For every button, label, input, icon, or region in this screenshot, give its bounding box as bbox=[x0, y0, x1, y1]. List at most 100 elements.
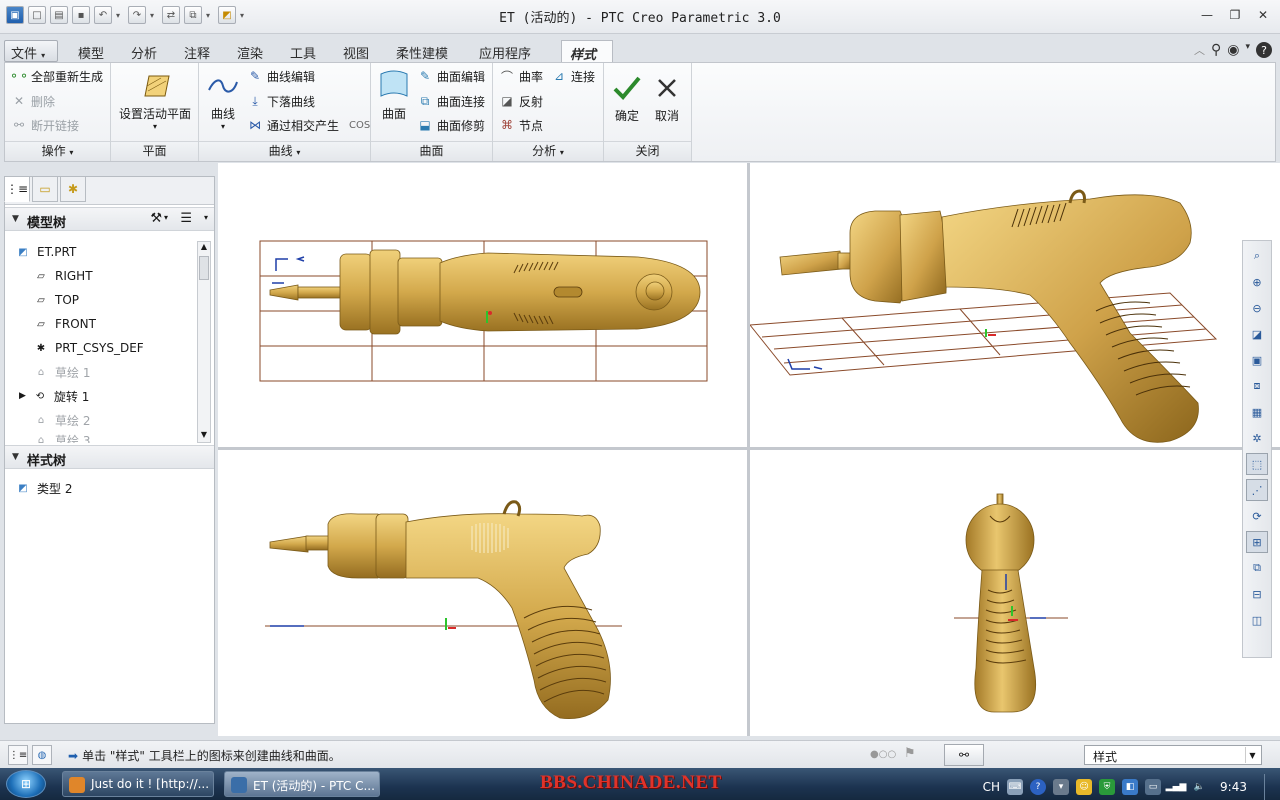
group-curves-label[interactable]: 曲线 ▾ bbox=[199, 141, 370, 161]
help-icon[interactable]: ? bbox=[1030, 779, 1047, 795]
tree-columns-icon[interactable]: ☰ bbox=[180, 211, 192, 226]
start-button[interactable]: ⊞ bbox=[6, 770, 46, 798]
grid-display-icon[interactable]: ⊞ bbox=[1246, 531, 1268, 553]
tree-item-sketch-3[interactable]: ⌂ 草绘 3 bbox=[33, 433, 91, 444]
tab-view[interactable]: 视图 bbox=[335, 40, 377, 62]
curve-edit-button[interactable]: ✎ 曲线编辑 bbox=[247, 66, 315, 86]
show-navigator-icon[interactable]: ⋮≡ bbox=[8, 745, 28, 765]
close-icon[interactable]: ✕ bbox=[1254, 6, 1272, 24]
find-button[interactable]: ⚯ bbox=[944, 744, 984, 766]
tree-item-style-type-2[interactable]: ◩ 类型 2 bbox=[15, 477, 72, 499]
selection-filter[interactable]: 样式 ▼ bbox=[1084, 745, 1262, 765]
tree-item-sketch-2[interactable]: ⌂ 草绘 2 bbox=[33, 409, 91, 431]
scroll-up-icon[interactable]: ▲ bbox=[198, 242, 210, 254]
tab-applications[interactable]: 应用程序 bbox=[471, 40, 539, 62]
viewport-top-left[interactable] bbox=[218, 163, 747, 447]
tab-analysis[interactable]: 分析 bbox=[123, 40, 165, 62]
tree-settings-icon[interactable]: ⚒ bbox=[150, 211, 162, 226]
group-analysis-label[interactable]: 分析 ▾ bbox=[493, 141, 603, 161]
all-views-icon[interactable]: ⊟ bbox=[1246, 583, 1268, 605]
viewport-bottom-right[interactable] bbox=[750, 450, 1280, 736]
favorites-tab-icon[interactable]: ✱ bbox=[60, 176, 86, 202]
tab-model[interactable]: 模型 bbox=[70, 40, 112, 62]
keyboard-icon[interactable]: ⌨ bbox=[1007, 779, 1024, 795]
surface-connect-button[interactable]: ⧉ 曲面连接 bbox=[417, 91, 485, 111]
tree-item-right[interactable]: ▱ RIGHT bbox=[33, 265, 92, 287]
help-icon[interactable]: ? bbox=[1256, 42, 1272, 58]
tab-tools[interactable]: 工具 bbox=[282, 40, 324, 62]
delete-button[interactable]: ✕ 删除 bbox=[11, 91, 55, 111]
tab-annotate[interactable]: 注释 bbox=[176, 40, 218, 62]
model-tree-scrollbar[interactable]: ▲ ▼ bbox=[197, 241, 211, 443]
set-active-plane-button[interactable]: 设置活动平面 ▾ bbox=[119, 69, 191, 131]
viewport-horizontal-splitter[interactable] bbox=[218, 447, 1280, 450]
tree-item-top[interactable]: ▱ TOP bbox=[33, 289, 79, 311]
break-link-button[interactable]: ⚯ 断开链接 bbox=[11, 115, 79, 135]
taskbar-item-browser[interactable]: Just do it ! [http://... bbox=[62, 771, 214, 797]
repaint-icon[interactable]: ◪ bbox=[1246, 323, 1268, 345]
curve-button[interactable]: 曲线 ▾ bbox=[203, 69, 243, 131]
flag-icon[interactable]: ⚑ bbox=[904, 746, 916, 761]
tree-item-prt-csys-def[interactable]: ✱ PRT_CSYS_DEF bbox=[33, 337, 144, 359]
group-operations-label[interactable]: 操作 ▾ bbox=[5, 141, 110, 161]
folder-browser-tab-icon[interactable]: ▭ bbox=[32, 176, 58, 202]
tree-settings-dropdown-icon[interactable]: ▾ bbox=[164, 213, 168, 222]
collapse-ribbon-icon[interactable]: ︿ bbox=[1194, 42, 1205, 58]
tree-item-revolve-1[interactable]: ▶ ⟲ 旋转 1 bbox=[19, 385, 89, 407]
tab-render[interactable]: 渲染 bbox=[229, 40, 271, 62]
drop-curve-button[interactable]: ⤓ 下落曲线 bbox=[247, 91, 315, 111]
cos-button[interactable]: COS bbox=[349, 120, 370, 131]
clock[interactable]: 9:43 bbox=[1220, 780, 1247, 794]
model-tree-header[interactable]: ▼ 模型树 ⚒ ▾ ☰ ▾ bbox=[5, 207, 214, 231]
community-icon[interactable]: ◉ bbox=[1227, 42, 1239, 58]
model-tree-tab-icon[interactable]: ⋮≡ bbox=[4, 176, 30, 202]
surface-button[interactable]: 曲面 bbox=[375, 67, 413, 122]
ime-options-icon[interactable]: ▾ bbox=[1053, 779, 1070, 795]
tree-item-sketch-1[interactable]: ⌂ 草绘 1 bbox=[33, 361, 91, 383]
cancel-button[interactable]: 取消 bbox=[648, 71, 686, 124]
tree-item-et-prt[interactable]: ◩ ET.PRT bbox=[15, 241, 76, 263]
display-style-icon[interactable]: ▣ bbox=[1246, 349, 1268, 371]
tab-flexible-modeling[interactable]: 柔性建模 bbox=[388, 40, 456, 62]
style-plane-icon[interactable]: ◫ bbox=[1246, 609, 1268, 631]
active-plane-display-icon[interactable]: ⬚ bbox=[1246, 453, 1268, 475]
ok-button[interactable]: 确定 bbox=[608, 71, 646, 124]
minimize-icon[interactable]: — bbox=[1198, 6, 1216, 24]
security-shield-icon[interactable]: ⛨ bbox=[1099, 779, 1116, 795]
tab-file[interactable]: 文件 ▾ bbox=[4, 40, 58, 62]
community-dropdown-icon[interactable]: ▾ bbox=[1245, 42, 1250, 58]
refit-icon[interactable]: ⌕ bbox=[1246, 245, 1268, 267]
intersect-curve-button[interactable]: ⋈ 通过相交产生 COS bbox=[247, 115, 370, 135]
connect-button[interactable]: ⊿ 连接 bbox=[551, 66, 595, 86]
reflect-button[interactable]: ◪ 反射 bbox=[499, 91, 543, 111]
expand-triangle-icon[interactable]: ▶ bbox=[19, 391, 26, 401]
qq-icon[interactable]: ☺ bbox=[1076, 779, 1093, 795]
zoom-in-icon[interactable]: ⊕ bbox=[1246, 271, 1268, 293]
tree-columns-dropdown-icon[interactable]: ▾ bbox=[204, 213, 208, 222]
spin-center-icon[interactable]: ⟳ bbox=[1246, 505, 1268, 527]
saved-orientations-icon[interactable]: ⧈ bbox=[1246, 375, 1268, 397]
app-tray-icon[interactable]: ◧ bbox=[1122, 779, 1139, 795]
network-icon[interactable]: ▂▄▆ bbox=[1166, 779, 1187, 795]
datum-display-icon[interactable]: ✲ bbox=[1246, 427, 1268, 449]
curve-points-display-icon[interactable]: ⋰ bbox=[1246, 479, 1268, 501]
node-button[interactable]: ⌘ 节点 bbox=[499, 115, 543, 135]
surface-edit-button[interactable]: ✎ 曲面编辑 bbox=[417, 66, 485, 86]
ime-indicator[interactable]: CH bbox=[983, 780, 1000, 794]
tree-item-front[interactable]: ▱ FRONT bbox=[33, 313, 96, 335]
regenerate-all-button[interactable]: ⚬⚬ 全部重新生成 bbox=[9, 66, 103, 86]
taskbar-item-creo[interactable]: ET (活动的) - PTC C... bbox=[224, 771, 380, 797]
show-browser-icon[interactable]: ◍ bbox=[32, 745, 52, 765]
annotation-display-icon[interactable]: ⧉ bbox=[1246, 557, 1268, 579]
display-icon[interactable]: ▭ bbox=[1145, 779, 1162, 795]
scroll-down-icon[interactable]: ▼ bbox=[198, 430, 210, 442]
curvature-button[interactable]: ⌒ 曲率 bbox=[499, 66, 543, 86]
show-desktop-button[interactable] bbox=[1264, 774, 1274, 800]
search-icon[interactable]: ⚲ bbox=[1211, 42, 1221, 58]
surface-trim-button[interactable]: ⬓ 曲面修剪 bbox=[417, 115, 485, 135]
tab-style[interactable]: 样式 bbox=[561, 40, 613, 63]
volume-icon[interactable]: 🔈 bbox=[1191, 779, 1207, 795]
restore-icon[interactable]: ❐ bbox=[1226, 6, 1244, 24]
scroll-thumb[interactable] bbox=[199, 256, 209, 280]
zoom-out-icon[interactable]: ⊖ bbox=[1246, 297, 1268, 319]
